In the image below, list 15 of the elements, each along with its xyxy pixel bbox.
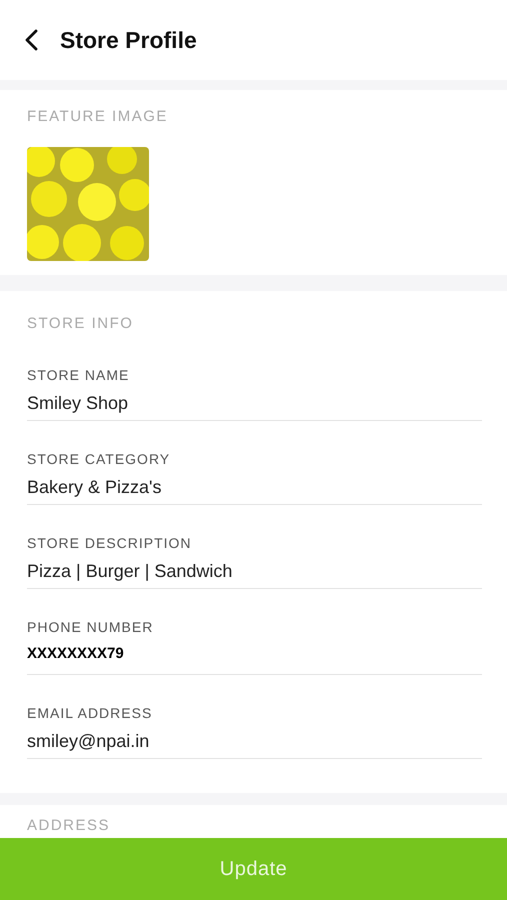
input-field[interactable]: Bakery & Pizza's (27, 470, 482, 505)
back-icon[interactable] (24, 29, 38, 51)
input-field[interactable]: XXXXXXXX79 (27, 638, 482, 675)
section-label: ADDRESS (27, 816, 112, 836)
field-label: STORE CATEGORY (27, 450, 172, 469)
field-label: PHONE NUMBER (27, 618, 154, 637)
input-field[interactable]: Pizza | Burger | Sandwich (27, 554, 482, 589)
input-field[interactable]: Smiley Shop (27, 386, 482, 421)
section-label: FEATURE IMAGE (27, 107, 169, 127)
input-field[interactable]: smiley@npai.in (27, 724, 482, 759)
field-label: EMAIL ADDRESS (27, 704, 154, 723)
page-title: Store Profile (60, 26, 197, 55)
section-label: STORE INFO (27, 314, 134, 334)
field-label: STORE NAME (27, 366, 130, 385)
field-label: STORE DESCRIPTION (27, 534, 193, 553)
